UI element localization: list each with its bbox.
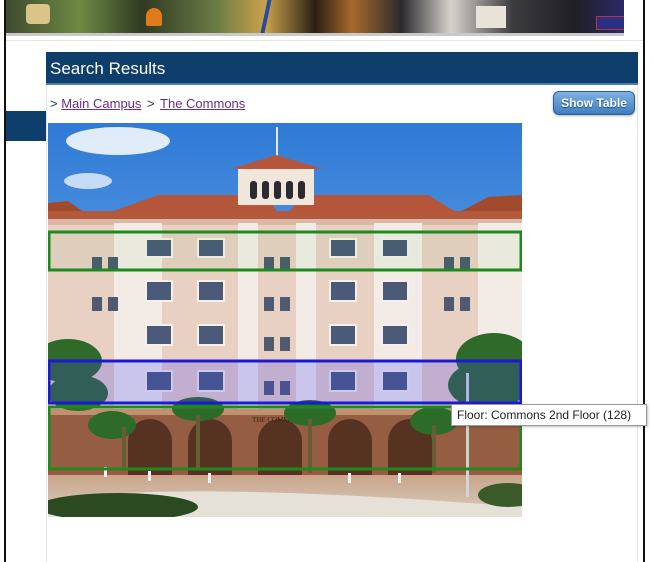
show-table-button[interactable]: Show Table	[553, 91, 635, 115]
page-left-border	[4, 0, 6, 562]
header-divider	[6, 40, 643, 41]
sidebar-tab[interactable]	[6, 111, 47, 141]
page-right-border	[643, 0, 645, 562]
breadcrumb-prefix: >	[50, 96, 58, 111]
site-banner-image	[6, 0, 624, 33]
floor-highlight-commons-2nd-floor[interactable]	[48, 359, 522, 405]
floor-tooltip: Floor: Commons 2nd Floor (128)	[451, 404, 647, 426]
panel-title: Search Results	[46, 52, 638, 85]
page: Search Results > Main Campus > The Commo…	[0, 0, 653, 562]
breadcrumb: > Main Campus > The Commons	[50, 96, 245, 112]
breadcrumb-link-the-commons[interactable]: The Commons	[160, 96, 245, 111]
banner-photo-detail	[146, 8, 162, 26]
floor-highlight-upper[interactable]	[48, 230, 522, 272]
breadcrumb-separator: >	[147, 96, 155, 111]
building-photo: THE COMMONS	[48, 123, 522, 517]
banner-photo-detail	[476, 6, 506, 28]
banner-shadow	[6, 33, 624, 36]
banner-logo	[596, 16, 624, 30]
banner-photo-detail	[260, 0, 272, 33]
banner-photo-detail	[26, 4, 50, 24]
breadcrumb-link-main-campus[interactable]: Main Campus	[61, 96, 141, 111]
